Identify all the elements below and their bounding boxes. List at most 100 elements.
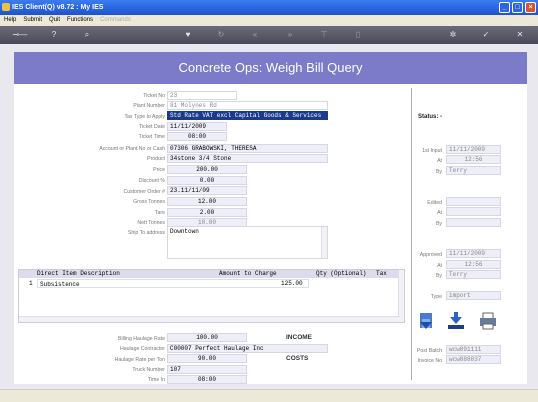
ship-to-scrollbar[interactable]: [321, 227, 327, 258]
ticket-time-field[interactable]: 08:00: [167, 132, 227, 141]
customer-order-label: Customer Order #: [123, 189, 165, 195]
download-icon[interactable]: [417, 311, 437, 331]
at2-field: [446, 207, 501, 216]
approved-label: Approved: [419, 252, 442, 258]
truck-number-field[interactable]: 107: [167, 365, 247, 374]
nett-tonnes-label: Nett Tonnes: [137, 220, 165, 226]
plant-number-field[interactable]: 81 Molynes Rd: [167, 101, 328, 110]
haulage-contractor-field[interactable]: C00007 Perfect Haulage Inc: [167, 344, 328, 353]
section-divider: [411, 88, 412, 380]
haulage-rate-per-ton-field[interactable]: 90.00: [167, 354, 247, 363]
ship-to-textarea[interactable]: Downtown: [167, 226, 328, 259]
account-label: Account or Plant No or Cash: [99, 146, 165, 152]
by3-label: By: [435, 273, 442, 279]
toolbar: ⊸— ? ⌕ ♥ ↻ « » ⊤ ▯ ✲ ✓ ✕: [0, 26, 538, 44]
edited-label: Edited: [427, 200, 442, 206]
costs-label: COSTS: [286, 355, 309, 362]
window-title: IES Client(Q) v8.72 : My IES: [12, 4, 104, 11]
page-title: Concrete Ops: Weigh Bill Query: [14, 52, 527, 84]
title-bar: IES Client(Q) v8.72 : My IES _ □ ×: [0, 0, 538, 15]
ticket-no-field[interactable]: 23: [167, 91, 237, 100]
post-batch-label: Post Batch: [416, 348, 442, 354]
time-in-label: Time In: [147, 377, 165, 383]
col-tax-header: Tax: [376, 270, 387, 277]
menu-functions[interactable]: Functions: [67, 15, 93, 26]
by1-label: By: [435, 169, 442, 175]
at3-field: 12:56: [446, 260, 501, 269]
invoice-no-field: wcw888837: [446, 355, 501, 364]
weigh-bill-form: Concrete Ops: Weigh Bill Query Ticket No…: [14, 52, 527, 384]
type-label: Type: [430, 294, 442, 300]
menu-submit[interactable]: Submit: [23, 15, 42, 26]
at3-label: At: [437, 263, 442, 269]
ticket-date-field[interactable]: 11/11/2009: [167, 122, 227, 131]
row-amount[interactable]: 125.00: [281, 279, 303, 288]
menu-commands: Commands: [100, 17, 131, 23]
account-field[interactable]: 07306 GRABOWSKI, THERESA: [167, 144, 328, 153]
menu-quit[interactable]: Quit: [49, 15, 60, 26]
billing-haulage-rate-label: Billing Haulage Rate: [117, 336, 165, 342]
ship-to-text: Downtown: [170, 228, 199, 235]
ticket-time-label: Ticket Time: [138, 134, 165, 140]
discount-label: Discount %: [138, 178, 165, 184]
edited-field: [446, 197, 501, 206]
printer-icon[interactable]: [478, 311, 498, 331]
by2-label: By: [435, 221, 442, 227]
grid-header: Direct Item Description Amount to Charge…: [19, 270, 404, 278]
at1-field: 12:56: [446, 155, 501, 164]
grid-horizontal-scrollbar[interactable]: [19, 316, 400, 322]
first-input-label: 1st Input: [422, 148, 442, 154]
col-qty-header: Qty (Optional): [316, 270, 367, 277]
table-row[interactable]: 1 Subsistence 125.00: [19, 279, 400, 288]
accept-check-icon[interactable]: ✓: [481, 30, 491, 40]
time-in-field[interactable]: 08:00: [167, 375, 247, 384]
app-icon: [2, 3, 10, 11]
billing-haulage-rate-field[interactable]: 100.00: [167, 333, 247, 342]
minimize-button[interactable]: _: [499, 2, 510, 13]
tare-label: Tare: [154, 210, 165, 216]
search-icon[interactable]: ⌕: [82, 30, 92, 40]
status-bar: [0, 389, 538, 402]
direct-items-grid: Direct Item Description Amount to Charge…: [18, 269, 405, 323]
refresh-icon: ↻: [217, 30, 225, 39]
key-icon[interactable]: ⊸—: [10, 30, 30, 40]
col-description-header: Direct Item Description: [37, 270, 120, 277]
plant-number-label: Plant Number: [133, 103, 165, 109]
import-icon[interactable]: [446, 311, 466, 331]
gross-tonnes-label: Gross Tonnes: [133, 199, 165, 205]
menu-bar: Help Submit Quit Functions Commands: [0, 15, 538, 26]
close-button[interactable]: ×: [525, 2, 536, 13]
settings-icon[interactable]: ✲: [448, 30, 458, 40]
by1-field: Terry: [446, 166, 501, 175]
favorite-heart-icon[interactable]: ♥: [183, 30, 193, 40]
ticket-date-label: Ticket Date: [138, 124, 165, 130]
pin-icon: ⊤: [320, 30, 328, 39]
rewind-icon: «: [252, 30, 258, 39]
ship-to-label: Ship To address: [127, 230, 165, 236]
col-amount-header: Amount to Charge: [219, 270, 277, 277]
first-input-field: 11/11/2009: [446, 145, 501, 154]
maximize-button[interactable]: □: [512, 2, 523, 13]
row-description[interactable]: Subsistence: [37, 279, 309, 288]
gross-tonnes-field[interactable]: 12.00: [167, 197, 247, 206]
tax-type-field[interactable]: Std Rate VAT excl Capital Goods & Servic…: [167, 111, 328, 120]
help-icon[interactable]: ?: [49, 30, 59, 40]
income-label: INCOME: [286, 334, 312, 341]
type-field: import: [446, 291, 501, 300]
at1-label: At: [437, 158, 442, 164]
customer-order-field[interactable]: 23.11/11/09: [167, 186, 247, 195]
fast-forward-icon: »: [287, 30, 293, 39]
menu-help[interactable]: Help: [4, 15, 16, 26]
haulage-contractor-label: Haulage Contractor: [120, 346, 165, 352]
discount-field[interactable]: 0.00: [167, 176, 247, 185]
product-field[interactable]: 34stone 3/4 Stone: [167, 154, 328, 163]
ticket-no-label: Ticket No: [143, 93, 165, 99]
at2-label: At: [437, 210, 442, 216]
app-window: IES Client(Q) v8.72 : My IES _ □ × Help …: [0, 0, 538, 402]
price-field[interactable]: 200.00: [167, 165, 247, 174]
approved-field: 11/11/2009: [446, 249, 501, 258]
cancel-icon[interactable]: ✕: [515, 30, 525, 40]
by2-field: [446, 218, 501, 227]
tare-field[interactable]: 2.00: [167, 208, 247, 217]
grid-vertical-scrollbar[interactable]: [398, 270, 404, 322]
